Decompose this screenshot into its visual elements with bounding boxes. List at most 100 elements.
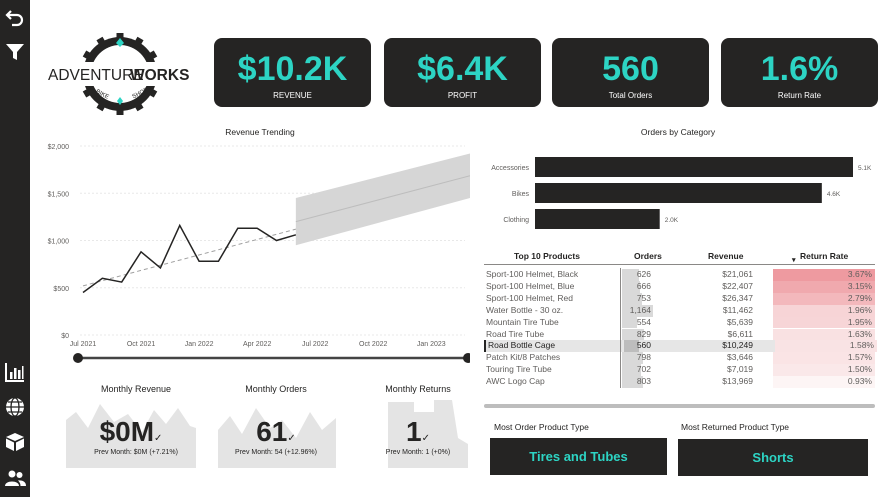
x-tick-label: Oct 2021: [127, 341, 156, 348]
x-tick-label: Jan 2022: [185, 341, 214, 348]
orders-by-category-chart[interactable]: Accessories 5.1K Bikes 4.6K Clothing 2.0K: [484, 150, 884, 235]
orders-cell: 560: [636, 340, 651, 351]
category-label: Accessories: [491, 165, 529, 172]
bar-data-label: 5.1K: [858, 165, 872, 172]
kpi-return-rate: 1.6% Return Rate: [721, 38, 878, 107]
product-name-cell: Touring Tire Tube: [486, 364, 552, 375]
revenue-cell: $10,249: [722, 340, 753, 351]
revenue-cell: $3,646: [727, 352, 753, 363]
monthly-orders-value: 61✓: [256, 416, 296, 447]
revenue-cell: $5,639: [727, 316, 753, 327]
x-tick-label: Jul 2022: [302, 341, 329, 348]
product-name-cell: Sport-100 Helmet, Blue: [486, 280, 575, 291]
monthly-orders-title: Monthly Orders: [245, 384, 307, 394]
kpi-total-orders: 560 Total Orders: [552, 38, 709, 107]
revenue-trending-title: Revenue Trending: [225, 127, 295, 137]
filter-icon[interactable]: [3, 40, 27, 64]
trend-line: [82, 228, 296, 287]
checkmark-icon: ✓: [287, 433, 296, 444]
y-tick-label: $1,000: [48, 239, 70, 246]
monthly-revenue-prev: Prev Month: $0M (+7.21%): [94, 449, 178, 456]
header-revenue[interactable]: Revenue: [708, 251, 743, 261]
return-rate-cell: 1.57%: [847, 352, 872, 363]
checkmark-icon: ✓: [421, 433, 430, 444]
revenue-cell: $6,611: [727, 328, 753, 339]
table-row[interactable]: Patch Kit/8 Patches 798 $3,646 1.57%: [484, 352, 875, 365]
category-bar[interactable]: [535, 209, 660, 229]
bar-data-label: 4.6K: [827, 191, 841, 198]
back-icon[interactable]: [3, 6, 27, 30]
orders-cell: 702: [636, 364, 651, 375]
orders-cell: 1,164: [629, 304, 651, 315]
y-tick-label: $1,500: [48, 191, 70, 198]
monthly-returns-prev: Prev Month: 1 (+0%): [385, 449, 451, 456]
table-row[interactable]: Water Bottle - 30 oz. 1,164 $11,462 1.96%: [484, 304, 875, 317]
product-name-cell: Road Tire Tube: [486, 328, 545, 339]
bar-chart-icon[interactable]: [3, 360, 27, 384]
return-rate-cell: 1.63%: [847, 328, 872, 339]
table-row[interactable]: AWC Logo Cap 803 $13,969 0.93%: [484, 376, 875, 388]
category-label: Bikes: [512, 191, 530, 198]
sort-desc-icon[interactable]: ▾: [792, 256, 796, 264]
dashboard: ADVENTURE WORKS BIKE SHOP $10.2K REVENUE…: [0, 0, 894, 497]
revenue-cell: $7,019: [727, 364, 753, 375]
return-rate-cell: 2.79%: [847, 292, 872, 303]
table-row[interactable]: Touring Tire Tube 702 $7,019 1.50%: [484, 364, 875, 377]
users-icon[interactable]: [3, 466, 27, 490]
orders-bar: [622, 316, 637, 329]
monthly-revenue-value: $0M✓: [99, 416, 163, 447]
header-top-products[interactable]: Top 10 Products: [514, 251, 580, 261]
revenue-cell: $26,347: [722, 292, 753, 303]
x-tick-label: Oct 2022: [359, 341, 388, 348]
most-returned-product-type-value: Shorts: [678, 439, 868, 476]
orders-cell: 554: [636, 316, 651, 327]
table-header: Top 10 Products Orders Revenue Return Ra…: [484, 248, 875, 264]
category-bar[interactable]: [535, 157, 853, 177]
kpi-label: Total Orders: [608, 91, 653, 100]
table-row[interactable]: Road Bottle Cage 560 $10,249 1.58%: [484, 340, 877, 353]
table-horizontal-scrollbar[interactable]: [484, 404, 875, 408]
kpi-value: $10.2K: [237, 50, 348, 88]
return-rate-cell: 1.96%: [847, 304, 872, 315]
most-order-product-type-value: Tires and Tubes: [490, 438, 667, 475]
x-tick-label: Jan 2023: [417, 341, 446, 348]
y-tick-label: $0: [61, 333, 69, 340]
most-returned-product-type-label: Most Returned Product Type: [681, 422, 790, 432]
orders-cell: 666: [636, 280, 651, 291]
orders-column-divider: [620, 268, 621, 388]
category-label: Clothing: [503, 217, 529, 224]
adventureworks-logo: ADVENTURE WORKS BIKE SHOP: [46, 33, 194, 115]
table-row[interactable]: Sport-100 Helmet, Blue 666 $22,407 3.15%: [484, 280, 875, 293]
product-name-cell: Road Bottle Cage: [488, 340, 556, 351]
header-return-rate[interactable]: Return Rate: [800, 251, 848, 261]
table-row[interactable]: Sport-100 Helmet, Black 626 $21,061 3.67%: [484, 269, 875, 281]
orders-by-category-title: Orders by Category: [640, 127, 716, 137]
date-slider-start-handle[interactable]: [73, 353, 83, 363]
revenue-cell: $21,061: [722, 269, 753, 279]
revenue-cell: $11,462: [722, 304, 753, 315]
revenue-line[interactable]: [82, 223, 297, 294]
monthly-orders-prev: Prev Month: 54 (+12.96%): [235, 449, 317, 456]
kpi-value: $6.4K: [417, 50, 508, 88]
kpi-revenue: $10.2K REVENUE: [214, 38, 371, 107]
table-row[interactable]: Road Tire Tube 829 $6,611 1.63%: [484, 328, 875, 341]
kpi-label: PROFIT: [447, 91, 478, 100]
category-bar[interactable]: [535, 183, 822, 203]
product-name-cell: Water Bottle - 30 oz.: [486, 304, 564, 315]
revenue-cell: $13,969: [722, 376, 753, 387]
orders-cell: 798: [636, 352, 651, 363]
table-row[interactable]: Mountain Tire Tube 554 $5,639 1.95%: [484, 316, 875, 329]
forecast-band: [295, 153, 470, 246]
monthly-returns-title: Monthly Returns: [385, 384, 451, 394]
box-icon[interactable]: [3, 430, 27, 454]
globe-icon[interactable]: [3, 395, 27, 419]
revenue-trending-chart[interactable]: $2,000 $1,500 $1,000 $500 $0Jul 2021 Oct 2021…: [40, 138, 470, 366]
header-orders[interactable]: Orders: [634, 251, 662, 261]
product-name-cell: Sport-100 Helmet, Red: [486, 292, 573, 303]
date-slider-end-handle[interactable]: [463, 353, 470, 363]
kpi-label: REVENUE: [273, 91, 312, 100]
return-rate-cell: 1.50%: [847, 364, 872, 375]
kpi-profit: $6.4K PROFIT: [384, 38, 541, 107]
checkmark-icon: ✓: [154, 433, 163, 444]
table-row[interactable]: Sport-100 Helmet, Red 753 $26,347 2.79%: [484, 292, 875, 305]
